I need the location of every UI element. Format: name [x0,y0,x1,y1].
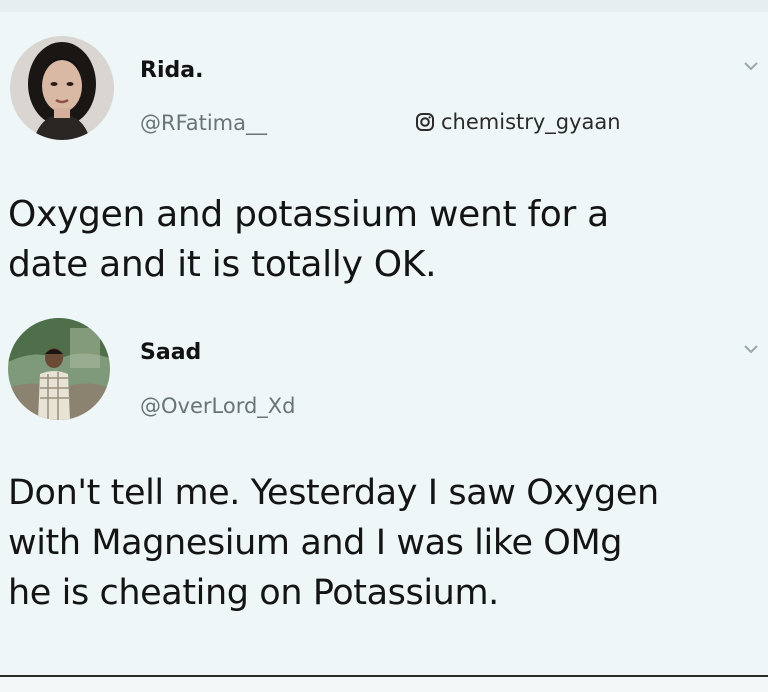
chevron-down-icon[interactable] [742,57,760,75]
tweet-text: Don't tell me. Yesterday I saw Oxygen wi… [8,468,760,618]
watermark-text: chemistry_gyaan [441,110,621,134]
user-handle[interactable]: @OverLord_Xd [140,394,296,418]
tweet-text-line: date and it is totally OK. [8,244,437,285]
avatar[interactable] [8,318,110,420]
tweet-text-line: he is cheating on Potassium. [8,573,499,613]
tweet-text: Oxygen and potassium went for a date and… [8,190,760,290]
avatar[interactable] [10,36,114,140]
woman-portrait-avatar [10,36,114,140]
man-outdoor-avatar [8,318,110,420]
bottom-border [0,675,768,692]
top-border [0,0,768,12]
tweet-text-line: with Magnesium and I was like OMg [8,523,623,563]
watermark: chemistry_gyaan [415,110,621,134]
chevron-down-icon[interactable] [742,340,760,358]
display-name[interactable]: Saad [140,340,201,365]
tweet-text-line: Don't tell me. Yesterday I saw Oxygen [8,473,659,513]
user-handle[interactable]: @RFatima__ [140,111,267,135]
tweet-text-line: Oxygen and potassium went for a [8,194,609,235]
display-name[interactable]: Rida. [140,58,203,83]
instagram-icon [416,113,434,131]
